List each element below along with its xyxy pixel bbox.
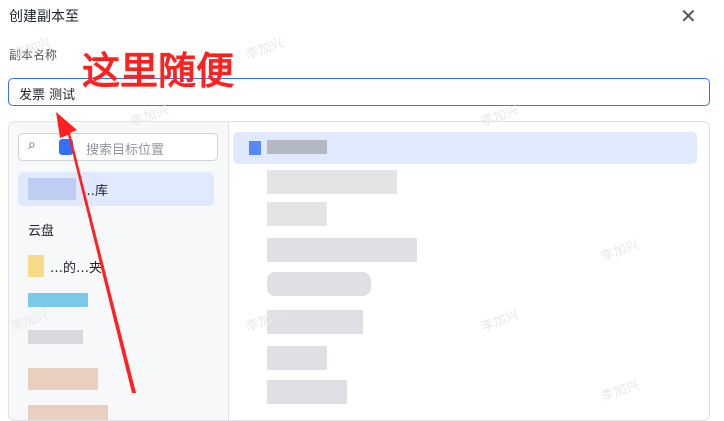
list-item[interactable] (233, 132, 697, 164)
list-item[interactable] (233, 308, 697, 340)
list-item[interactable] (233, 344, 697, 376)
sidebar-item-folder[interactable]: …的…夹 (18, 249, 214, 283)
sidebar-item[interactable] (18, 322, 214, 356)
sidebar-item[interactable] (18, 285, 214, 319)
sidebar-item-label: …库 (82, 184, 109, 199)
location-picker: ⌕ 搜索目标位置 …库 云盘 …的…夹 (8, 121, 710, 421)
sidebar-item[interactable] (18, 399, 214, 420)
sidebar-item-library[interactable]: …库 (18, 172, 214, 206)
watermark: 李加兴 (244, 35, 287, 64)
list-item[interactable] (233, 272, 697, 304)
list-item[interactable] (233, 202, 697, 234)
search-input[interactable]: ⌕ 搜索目标位置 (18, 133, 218, 161)
copy-name-label: 副本名称 (9, 48, 58, 62)
list-item[interactable] (233, 166, 697, 198)
doc-icon (59, 139, 73, 155)
sidebar-item[interactable] (18, 362, 214, 396)
close-icon[interactable]: ✕ (680, 4, 697, 28)
list-item[interactable] (233, 236, 697, 268)
sidebar-item-cloud[interactable]: 云盘 (18, 212, 214, 246)
sidebar-item-label: 云盘 (28, 224, 55, 239)
location-sidebar: ⌕ 搜索目标位置 …库 云盘 …的…夹 (9, 122, 229, 420)
search-icon: ⌕ (28, 137, 36, 153)
annotation-text: 这里随便 (82, 49, 235, 93)
dialog-title: 创建副本至 (9, 9, 79, 25)
search-placeholder: 搜索目标位置 (86, 143, 165, 158)
list-item[interactable] (233, 380, 697, 412)
sidebar-item-label: …的…夹 (50, 261, 103, 276)
